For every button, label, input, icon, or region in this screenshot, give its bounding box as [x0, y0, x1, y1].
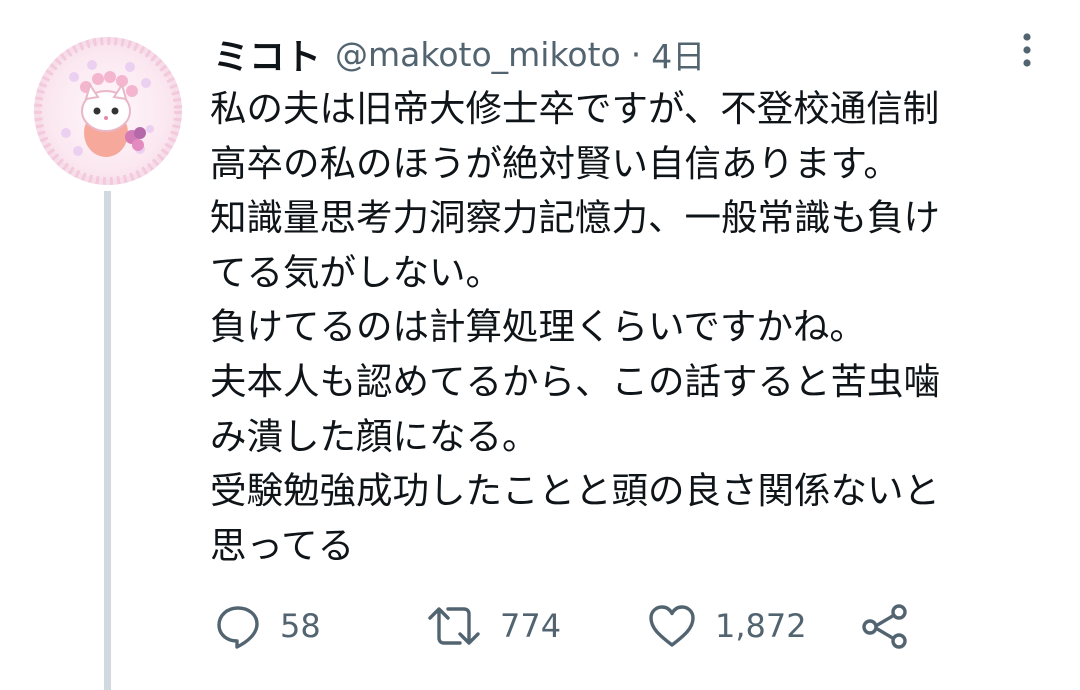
tweet-text-line: 夫本人も認めてるから、この話すると苦虫噛	[210, 359, 940, 403]
like-button[interactable]: 1,872	[647, 598, 807, 654]
tweet-text-line: 高卒の私のほうが絶対賢い自信あります。	[210, 141, 900, 185]
retweet-count: 774	[500, 607, 562, 645]
tweet-text-line: み潰した顔になる。	[210, 414, 539, 458]
tweet-text-line: 受験勉強成功したことと頭の良さ関係ないと	[210, 469, 940, 513]
user-handle[interactable]: @makoto_mikoto	[335, 35, 621, 74]
reply-button[interactable]: 58	[214, 598, 321, 654]
avatar-illustration	[34, 37, 182, 185]
tweet-text-line: てる気がしない。	[210, 250, 502, 294]
separator-dot: ·	[630, 34, 642, 74]
retweet-icon	[428, 607, 480, 645]
retweet-button[interactable]: 774	[426, 598, 561, 654]
reply-icon	[217, 606, 259, 649]
avatar[interactable]	[34, 37, 182, 185]
tweet-text-line: 負けてるのは計算処理くらいですかね。	[210, 305, 866, 349]
display-name[interactable]: ミコト	[213, 28, 321, 80]
tweet-header: ミコト @makoto_mikoto · 4日	[213, 26, 705, 82]
share-button[interactable]	[860, 598, 910, 654]
thread-line	[104, 191, 111, 690]
tweet-text-line: 思ってる	[210, 523, 355, 567]
tweet-text: 私の夫は旧帝大修士卒ですが、不登校通信制 高卒の私のほうが絶対賢い自信あります。…	[210, 82, 1060, 573]
tweet-text-line: 私の夫は旧帝大修士卒ですが、不登校通信制	[210, 87, 940, 130]
timestamp[interactable]: 4日	[651, 30, 705, 78]
share-icon	[862, 604, 907, 649]
tweet-text-line: 知識量思考力洞察力記憶力、一般常識も負け	[210, 196, 940, 240]
heart-icon	[649, 605, 695, 647]
reply-count: 58	[280, 607, 321, 645]
more-vertical-icon	[1023, 33, 1031, 67]
more-button[interactable]	[1012, 28, 1042, 72]
like-count: 1,872	[715, 607, 807, 645]
